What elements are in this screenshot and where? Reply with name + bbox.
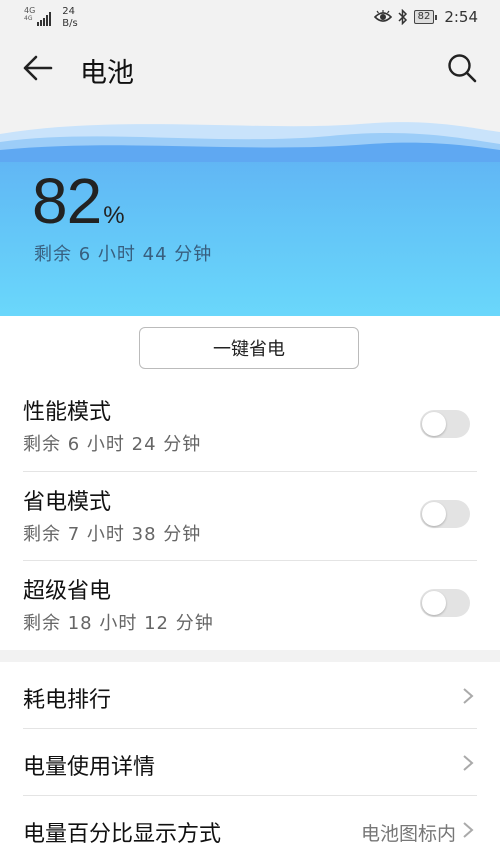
network-type: 4G xyxy=(24,6,36,15)
toggle-knob xyxy=(422,412,446,436)
mode-title: 超级省电 xyxy=(23,579,112,604)
battery-percent: 82% xyxy=(32,164,125,238)
mode-row-power-saving: 省电模式 剩余 7 小时 38 分钟 xyxy=(0,474,500,563)
back-arrow-icon[interactable] xyxy=(22,52,54,84)
wave-decoration xyxy=(0,102,500,162)
signal-icon xyxy=(37,12,52,26)
power-consumption-ranking-row[interactable]: 耗电排行 xyxy=(0,662,500,729)
link-title: 电量使用详情 xyxy=(23,755,156,780)
battery-hero: 82% 剩余 6 小时 44 分钟 xyxy=(0,102,500,316)
mode-row-ultra-saving: 超级省电 剩余 18 小时 12 分钟 xyxy=(0,563,500,652)
power-modes-section: 一键省电 性能模式 剩余 6 小时 24 分钟 省电模式 剩余 7 小时 38 … xyxy=(0,316,500,650)
toggle-knob xyxy=(422,502,446,526)
link-title: 耗电排行 xyxy=(23,688,112,713)
battery-links-section: 耗电排行 电量使用详情 电量百分比显示方式 电池图标内 xyxy=(0,662,500,866)
network-type-secondary: 4G xyxy=(24,15,33,22)
status-bar: 4G 4G 24 B/s 82 2:54 xyxy=(0,0,500,36)
mode-row-performance: 性能模式 剩余 6 小时 24 分钟 xyxy=(0,384,500,473)
power-saving-mode-toggle[interactable] xyxy=(420,500,470,528)
eye-comfort-icon xyxy=(373,10,392,22)
mode-remaining: 剩余 6 小时 24 分钟 xyxy=(23,434,202,455)
page-title: 电池 xyxy=(80,58,134,89)
battery-icon: 82 xyxy=(413,10,438,24)
network-speed-unit: B/s xyxy=(62,18,78,29)
divider xyxy=(23,560,477,561)
mode-remaining: 剩余 18 小时 12 分钟 xyxy=(23,613,214,634)
network-speed: 24 B/s xyxy=(62,6,77,30)
bluetooth-icon xyxy=(398,9,407,25)
battery-percent-value: 82 xyxy=(32,165,102,237)
mode-title: 性能模式 xyxy=(23,400,112,425)
link-value: 电池图标内 xyxy=(360,823,456,845)
clock: 2:54 xyxy=(444,8,478,26)
power-usage-details-row[interactable]: 电量使用详情 xyxy=(0,729,500,796)
network-speed-value: 24 xyxy=(62,6,76,17)
battery-remaining-time: 剩余 6 小时 44 分钟 xyxy=(34,244,213,265)
chevron-right-icon xyxy=(463,688,474,704)
chevron-right-icon xyxy=(463,822,474,838)
status-right: 82 2:54 xyxy=(373,8,478,26)
percent-sign: % xyxy=(103,202,124,229)
chevron-right-icon xyxy=(463,755,474,771)
one-key-save-button[interactable]: 一键省电 xyxy=(139,327,359,369)
ultra-power-saving-toggle[interactable] xyxy=(420,589,470,617)
status-left: 4G 4G 24 B/s xyxy=(24,6,78,30)
mode-remaining: 剩余 7 小时 38 分钟 xyxy=(23,524,202,545)
mode-title: 省电模式 xyxy=(23,490,112,515)
search-icon[interactable] xyxy=(446,52,478,84)
battery-percentage-display-row[interactable]: 电量百分比显示方式 电池图标内 xyxy=(0,796,500,863)
performance-mode-toggle[interactable] xyxy=(420,410,470,438)
divider xyxy=(23,471,477,472)
toggle-knob xyxy=(422,591,446,615)
link-title: 电量百分比显示方式 xyxy=(23,822,222,847)
title-bar: 电池 xyxy=(0,36,500,102)
